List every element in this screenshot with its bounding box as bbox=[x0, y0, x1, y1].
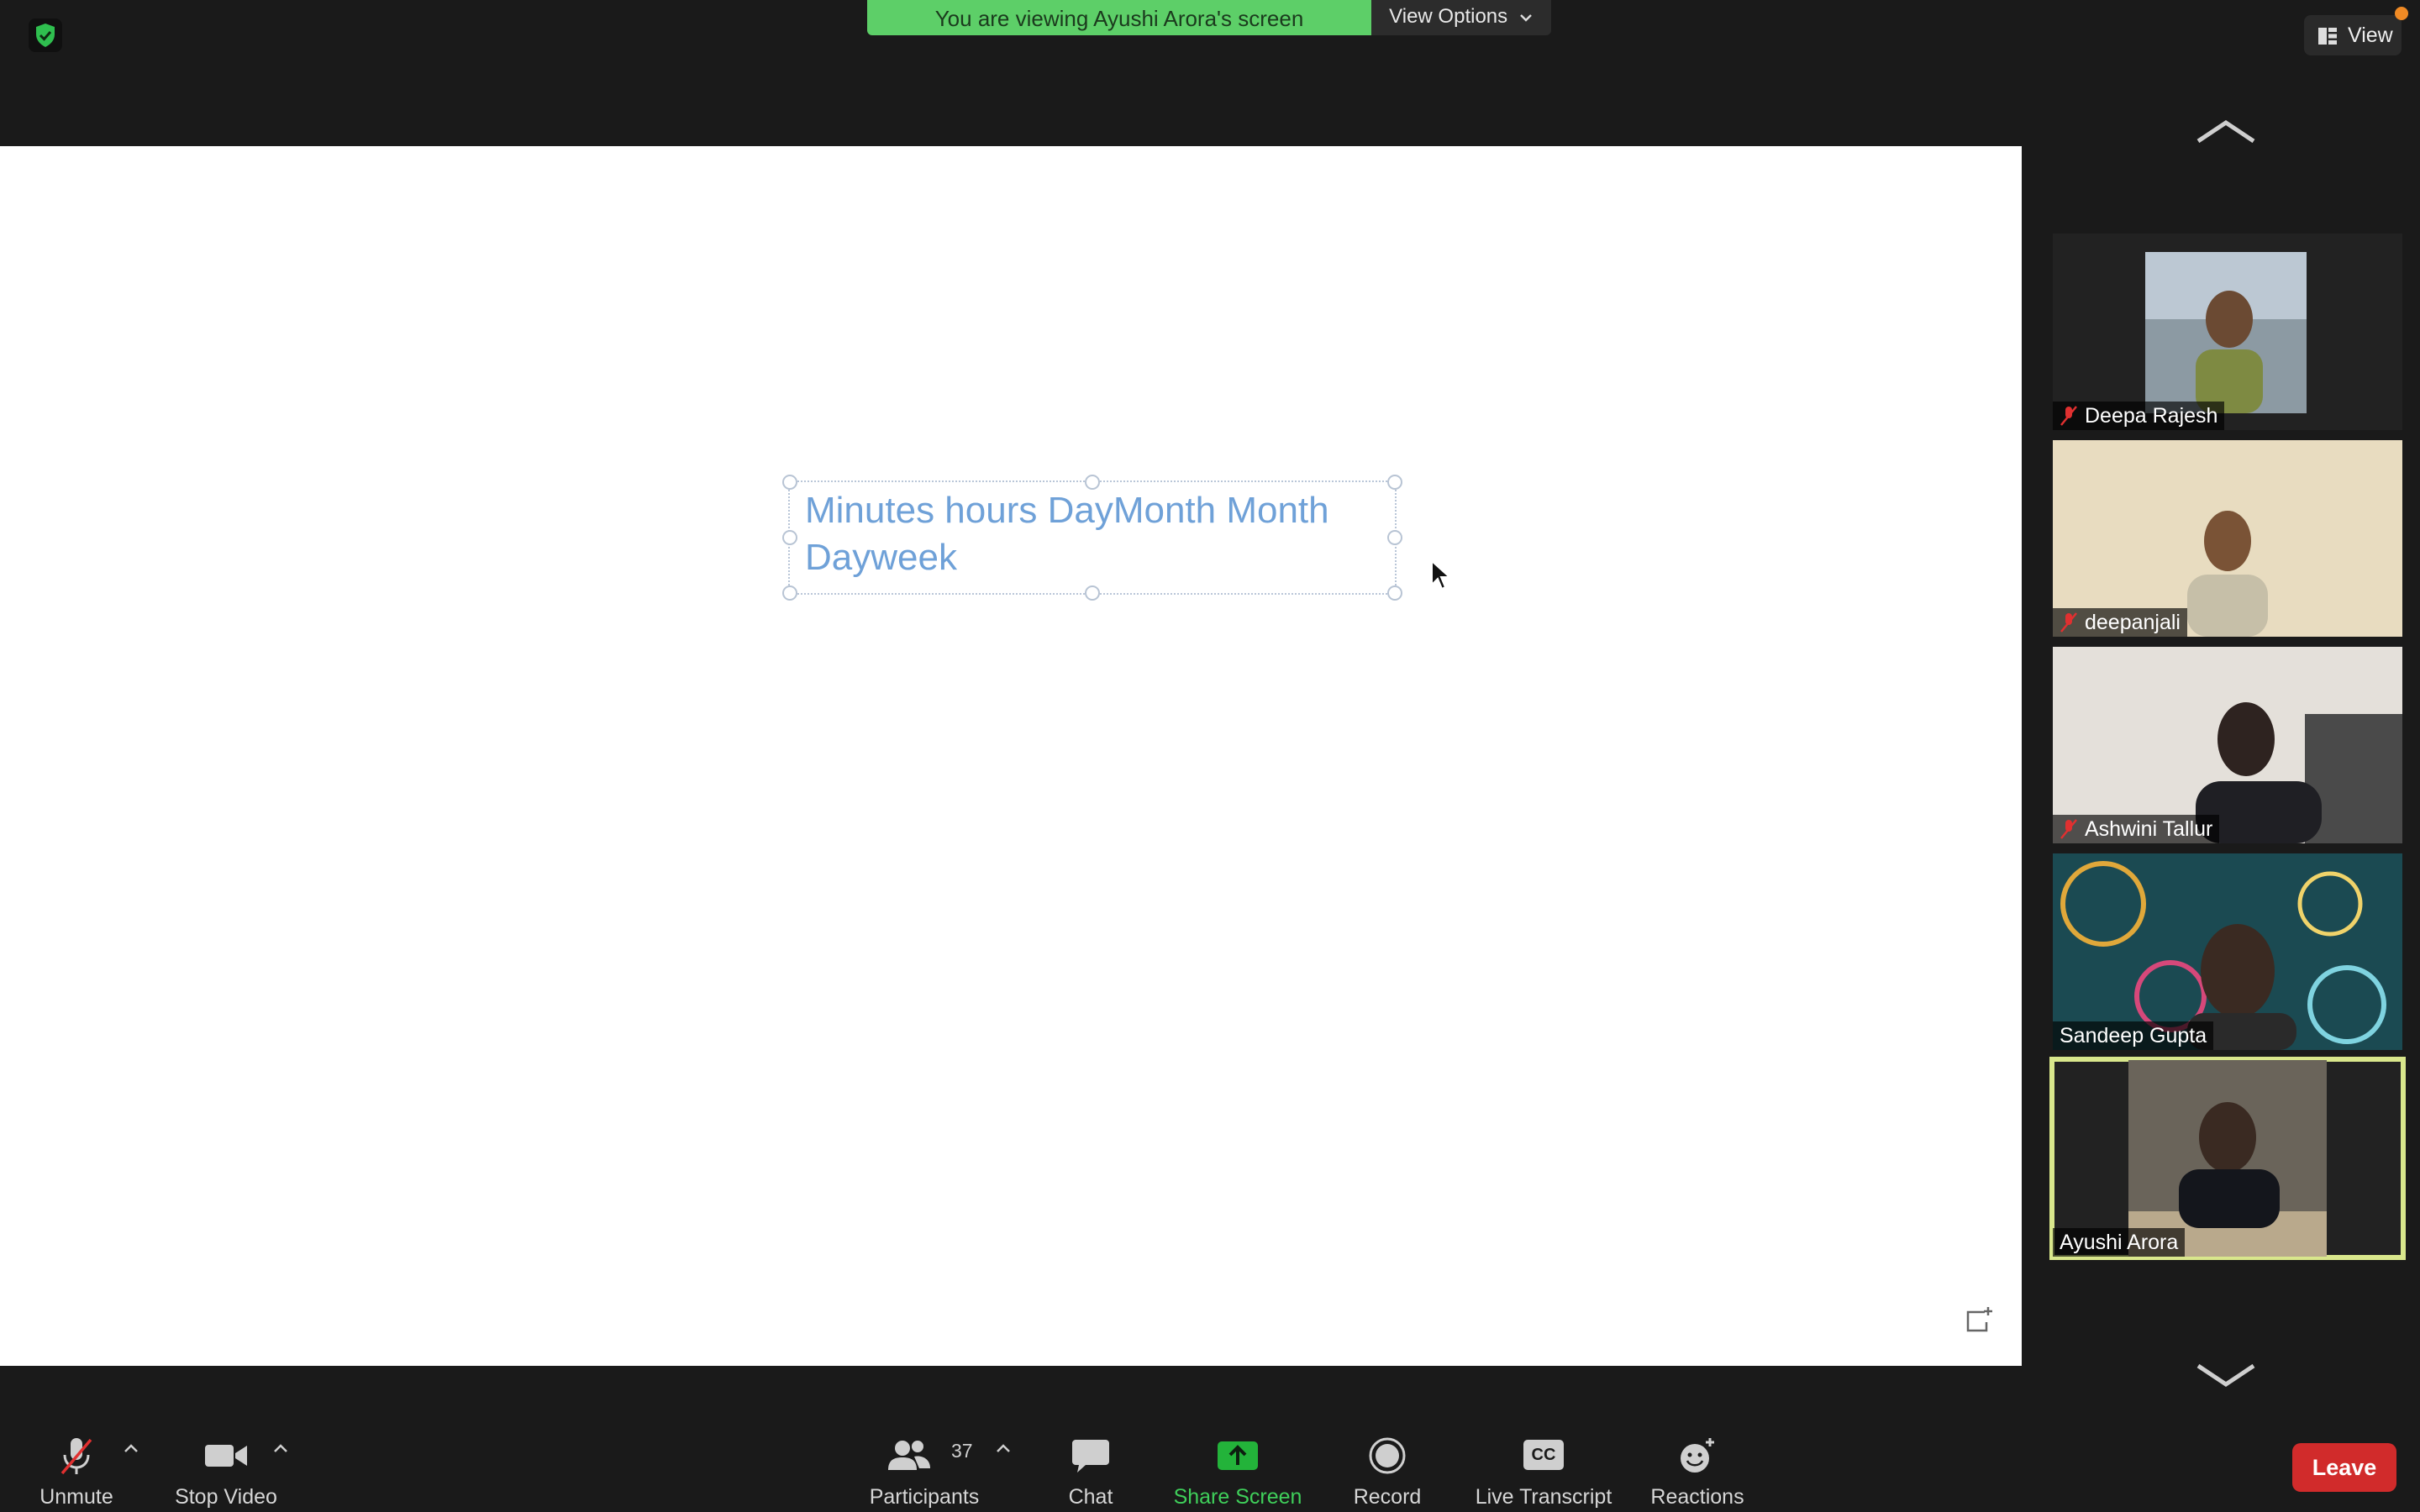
security-shield-icon[interactable] bbox=[29, 18, 62, 52]
participants-options-caret-icon[interactable] bbox=[993, 1438, 1013, 1458]
view-button-label: View bbox=[2348, 24, 2393, 47]
chat-button[interactable]: Chat bbox=[1047, 1428, 1134, 1512]
stop-video-button[interactable]: Stop Video bbox=[168, 1428, 284, 1512]
resize-handle bbox=[782, 530, 797, 545]
slide-text-line: Minutes hours DayMonth Month bbox=[805, 490, 1329, 531]
participant-name: Ayushi Arora bbox=[2060, 1231, 2179, 1254]
reactions-button[interactable]: Reactions bbox=[1647, 1428, 1748, 1512]
unmute-label: Unmute bbox=[39, 1485, 113, 1509]
participant-name: Deepa Rajesh bbox=[2085, 404, 2218, 428]
gallery-scroll-up-chevron-icon[interactable] bbox=[2195, 118, 2257, 150]
live-transcript-button[interactable]: CC Live Transcript bbox=[1467, 1428, 1620, 1512]
participant-name-tag: Ashwini Tallur bbox=[2053, 815, 2220, 843]
resize-handle bbox=[782, 585, 797, 601]
chat-label: Chat bbox=[1068, 1485, 1113, 1509]
notification-dot bbox=[2395, 7, 2408, 20]
participant-video bbox=[2053, 440, 2402, 637]
gallery-scroll-down-chevron-icon[interactable] bbox=[2195, 1361, 2257, 1394]
chevron-down-icon bbox=[1519, 13, 1532, 22]
participants-people-icon bbox=[888, 1441, 930, 1470]
layout-grid-icon bbox=[2318, 28, 2337, 45]
stop-video-label: Stop Video bbox=[175, 1485, 277, 1509]
participant-video bbox=[2053, 647, 2402, 843]
participant-name-tag: deepanjali bbox=[2053, 608, 2187, 637]
leave-button[interactable]: Leave bbox=[2292, 1443, 2396, 1492]
resize-handle bbox=[1387, 585, 1402, 601]
share-screen-label: Share Screen bbox=[1173, 1485, 1302, 1509]
view-layout-button[interactable]: View bbox=[2304, 15, 2402, 55]
unmute-button[interactable]: Unmute bbox=[25, 1428, 128, 1512]
chat-bubble-icon bbox=[1072, 1440, 1109, 1473]
muted-mic-icon bbox=[2060, 405, 2078, 427]
participant-tile[interactable]: Sandeep Gupta bbox=[2053, 853, 2402, 1050]
participant-name: Sandeep Gupta bbox=[2060, 1024, 2207, 1047]
participant-tile[interactable]: Ashwini Tallur bbox=[2053, 647, 2402, 843]
record-circle-icon bbox=[1369, 1437, 1406, 1474]
view-options-button[interactable]: View Options bbox=[1371, 0, 1551, 35]
participant-video bbox=[2128, 1060, 2327, 1257]
participants-button[interactable]: 37 Participants bbox=[865, 1428, 983, 1512]
participant-name: Ashwini Tallur bbox=[2085, 817, 2213, 841]
shared-screen bbox=[0, 146, 2022, 1366]
reactions-label: Reactions bbox=[1650, 1485, 1744, 1509]
participant-name: deepanjali bbox=[2085, 611, 2181, 634]
record-label: Record bbox=[1353, 1485, 1422, 1509]
slide-text: Minutes hours DayMonth Month Dayweek bbox=[805, 487, 1393, 581]
reaction-smiley-icon bbox=[1681, 1438, 1714, 1473]
view-options-label: View Options bbox=[1389, 5, 1508, 28]
participant-tile[interactable]: Deepa Rajesh bbox=[2053, 234, 2402, 430]
slide-text-line: Dayweek bbox=[805, 537, 957, 578]
closed-caption-icon: CC bbox=[1523, 1440, 1564, 1470]
participants-count: 37 bbox=[951, 1440, 973, 1462]
resize-handle bbox=[1085, 585, 1100, 601]
participants-label: Participants bbox=[869, 1485, 980, 1509]
muted-mic-icon bbox=[2060, 818, 2078, 840]
share-screen-button[interactable]: Share Screen bbox=[1168, 1428, 1307, 1512]
mouse-cursor-icon bbox=[1430, 559, 1452, 596]
audio-options-caret-icon[interactable] bbox=[121, 1438, 141, 1458]
participant-name-tag: Deepa Rajesh bbox=[2053, 402, 2225, 430]
participant-name-tag: Ayushi Arora bbox=[2053, 1228, 2186, 1257]
video-camera-icon bbox=[205, 1445, 247, 1467]
live-transcript-label: Live Transcript bbox=[1475, 1485, 1612, 1509]
record-button[interactable]: Record bbox=[1344, 1428, 1430, 1512]
participant-tile-active-speaker[interactable]: Ayushi Arora bbox=[2049, 1057, 2406, 1260]
participant-video bbox=[2145, 252, 2307, 413]
muted-mic-icon bbox=[2060, 612, 2078, 633]
participant-tile[interactable]: deepanjali bbox=[2053, 440, 2402, 637]
muted-microphone-icon bbox=[60, 1438, 92, 1475]
share-screen-arrow-icon bbox=[1218, 1441, 1258, 1470]
participant-name-tag: Sandeep Gupta bbox=[2053, 1021, 2214, 1050]
viewing-screen-banner: You are viewing Ayushi Arora's screen bbox=[867, 0, 1371, 35]
resize-handle bbox=[782, 475, 797, 490]
annotate-expand-icon[interactable] bbox=[1963, 1305, 1996, 1340]
participant-video bbox=[2053, 853, 2402, 1050]
video-options-caret-icon[interactable] bbox=[271, 1438, 291, 1458]
